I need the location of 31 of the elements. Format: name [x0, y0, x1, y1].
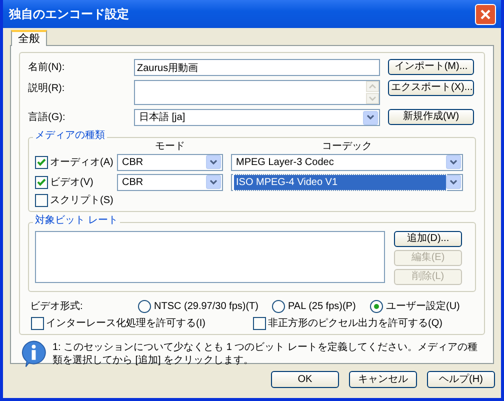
dropdown[interactable]: CBR — [117, 174, 223, 190]
info-text: 1: このセッションについて少なくとも 1 つのビット レートを定義してください。メディアの種類を選択してから [追加] をクリックします。 — [52, 340, 478, 367]
column-header: モード — [155, 142, 185, 152]
field-label: ビデオ形式: — [30, 300, 83, 312]
window-title: 独自のエンコード設定 — [9, 6, 129, 23]
button[interactable]: エクスポート(X)... — [388, 80, 474, 96]
dropdown[interactable]: MPEG Layer-3 Codec — [231, 154, 463, 170]
field-label: 言語(G): — [28, 112, 66, 123]
checkbox-label: インターレース化処理を許可する(I) — [46, 316, 206, 330]
radio-label: NTSC (29.97/30 fps)(T) — [154, 300, 258, 314]
group-title: メディアの種類 — [33, 129, 107, 143]
dropdown[interactable]: CBR — [117, 154, 223, 170]
field-label: 説明(R): — [28, 83, 65, 94]
text-field[interactable]: Zaurus用動画 — [134, 59, 380, 76]
button[interactable]: キャンセル — [349, 371, 417, 388]
radio-label: PAL (25 fps)(P) — [288, 300, 356, 314]
checkbox-label: オーディオ(A) — [50, 156, 114, 170]
button[interactable]: 新規作成(W) — [388, 109, 474, 125]
checkbox-label: ビデオ(V) — [50, 176, 94, 190]
button[interactable]: 追加(D)... — [394, 231, 462, 247]
button[interactable]: インポート(M)... — [388, 59, 474, 75]
dropdown[interactable]: 日本語 [ja] — [134, 109, 380, 126]
radio-label: ユーザー設定(U) — [386, 300, 460, 314]
button[interactable]: ヘルプ(H) — [427, 371, 495, 388]
checkbox-label: 非正方形のピクセル出力を許可する(Q) — [268, 316, 442, 330]
tab[interactable]: 全般 — [11, 30, 47, 46]
checkbox-label: スクリプト(S) — [50, 194, 114, 208]
dropdown[interactable]: ISO MPEG-4 Video V1 — [231, 174, 463, 190]
field-label: 名前(N): — [28, 62, 65, 73]
column-header: コーデック — [322, 142, 372, 152]
button[interactable]: OK — [271, 371, 339, 388]
